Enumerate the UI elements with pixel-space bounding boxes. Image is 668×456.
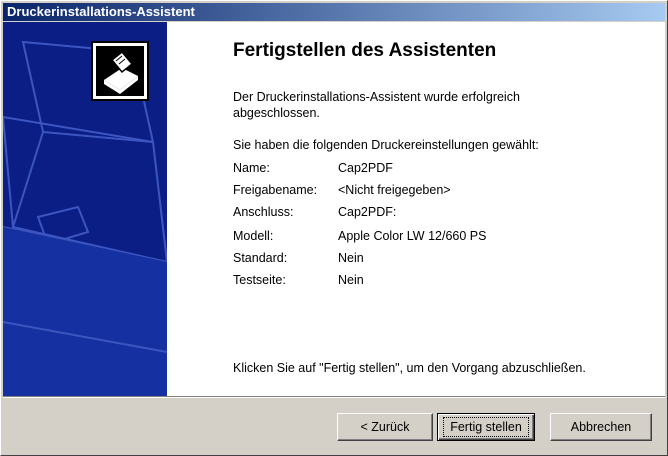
setting-value-model: Apple Color LW 12/660 PS [338, 229, 487, 243]
setting-value-name: Cap2PDF [338, 161, 393, 175]
wizard-window: Druckerinstallations-Assistent Fertigste… [0, 0, 668, 456]
setting-label-model: Modell: [233, 229, 274, 243]
setting-value-default: Nein [338, 251, 364, 265]
intro-text-line2: abgeschlossen. [233, 106, 320, 120]
page-title: Fertigstellen des Assistenten [233, 40, 497, 61]
back-button-label: < Zurück [360, 420, 410, 434]
back-button[interactable]: < Zurück [337, 413, 433, 441]
setting-value-testpage: Nein [338, 273, 364, 287]
setting-label-sharename: Freigabename: [233, 183, 318, 197]
setting-label-default: Standard: [233, 251, 288, 265]
finish-button-label: Fertig stellen [443, 417, 529, 437]
finish-button[interactable]: Fertig stellen [437, 413, 535, 441]
setting-value-port: Cap2PDF: [338, 205, 397, 219]
setting-value-sharename: <Nicht freigegeben> [338, 183, 451, 197]
title-bar[interactable]: Druckerinstallations-Assistent [3, 3, 665, 21]
printer-wizard-icon [91, 41, 149, 101]
setting-label-testpage: Testseite: [233, 273, 286, 287]
window-title: Druckerinstallations-Assistent [7, 4, 195, 19]
wizard-content: Fertigstellen des Assistenten Der Drucke… [3, 22, 665, 396]
cancel-button-label: Abbrechen [570, 420, 632, 434]
footer-instruction: Klicken Sie auf "Fertig stellen", um den… [233, 361, 586, 375]
cancel-button[interactable]: Abbrechen [550, 413, 652, 441]
intro-text-line1: Der Druckerinstallations-Assistent wurde… [233, 90, 520, 104]
settings-intro: Sie haben die folgenden Druckereinstellu… [233, 138, 539, 152]
sidebar-banner [3, 22, 167, 396]
setting-label-name: Name: [233, 161, 270, 175]
wizard-main-panel: Fertigstellen des Assistenten Der Drucke… [167, 22, 665, 396]
separator-highlight [3, 397, 665, 398]
setting-label-port: Anschluss: [233, 205, 294, 219]
